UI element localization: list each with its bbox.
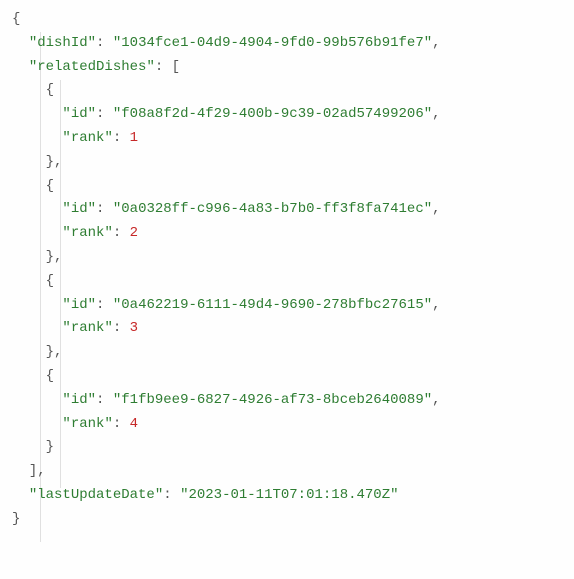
brace-open: { [46,178,54,194]
comma: , [432,106,440,122]
brace-close: } [46,154,54,170]
code-line: "id": "0a462219-6111-49d4-9690-278bfbc27… [12,294,562,318]
comma: , [54,249,62,265]
comma: , [37,463,45,479]
brace-close: } [46,439,54,455]
code-line: "id": "f08a8f2d-4f29-400b-9c39-02ad57499… [12,103,562,127]
colon: : [163,487,180,503]
colon: : [96,35,113,51]
json-property: "dishId" [29,35,96,51]
comma: , [432,392,440,408]
comma: , [54,154,62,170]
json-property: "rank" [62,416,112,432]
brace-close: } [12,511,20,527]
code-line: "relatedDishes": [ [12,56,562,80]
code-line: }, [12,246,562,270]
code-line: { [12,175,562,199]
json-string: "f1fb9ee9-6827-4926-af73-8bceb2640089" [113,392,432,408]
code-line: } [12,508,562,532]
code-line: "id": "f1fb9ee9-6827-4926-af73-8bceb2640… [12,389,562,413]
json-string: "1034fce1-04d9-4904-9fd0-99b576b91fe7" [113,35,432,51]
code-line: } [12,436,562,460]
json-string: "0a462219-6111-49d4-9690-278bfbc27615" [113,297,432,313]
colon: : [96,201,113,217]
code-line: { [12,270,562,294]
colon: : [155,59,172,75]
code-line: { [12,365,562,389]
code-line: "rank": 3 [12,317,562,341]
comma: , [432,35,440,51]
brace-close: } [46,344,54,360]
json-number: 2 [130,225,138,241]
json-number: 4 [130,416,138,432]
colon: : [96,392,113,408]
code-line: { [12,79,562,103]
brace-open: { [46,368,54,384]
json-property: "id" [62,106,96,122]
colon: : [113,416,130,432]
brace-open: { [46,273,54,289]
json-number: 3 [130,320,138,336]
code-line: "lastUpdateDate": "2023-01-11T07:01:18.4… [12,484,562,508]
bracket-close: ] [29,463,37,479]
code-line: "rank": 2 [12,222,562,246]
comma: , [432,201,440,217]
brace-close: } [46,249,54,265]
colon: : [113,320,130,336]
code-line: }, [12,341,562,365]
code-line: "rank": 1 [12,127,562,151]
json-property: "id" [62,201,96,217]
code-line: "rank": 4 [12,413,562,437]
brace-open: { [12,11,20,27]
json-property: "lastUpdateDate" [29,487,163,503]
brace-open: { [46,82,54,98]
json-code-block: { "dishId": "1034fce1-04d9-4904-9fd0-99b… [12,8,562,532]
json-property: "rank" [62,225,112,241]
json-property: "relatedDishes" [29,59,155,75]
code-line: { [12,8,562,32]
colon: : [113,130,130,146]
colon: : [96,106,113,122]
colon: : [113,225,130,241]
comma: , [432,297,440,313]
json-property: "id" [62,392,96,408]
json-number: 1 [130,130,138,146]
code-line: "id": "0a0328ff-c996-4a83-b7b0-ff3f8fa74… [12,198,562,222]
json-string: "2023-01-11T07:01:18.470Z" [180,487,398,503]
colon: : [96,297,113,313]
bracket-open: [ [172,59,180,75]
code-line: }, [12,151,562,175]
json-property: "id" [62,297,96,313]
code-line: "dishId": "1034fce1-04d9-4904-9fd0-99b57… [12,32,562,56]
json-property: "rank" [62,320,112,336]
json-property: "rank" [62,130,112,146]
code-line: ], [12,460,562,484]
comma: , [54,344,62,360]
json-string: "f08a8f2d-4f29-400b-9c39-02ad57499206" [113,106,432,122]
json-string: "0a0328ff-c996-4a83-b7b0-ff3f8fa741ec" [113,201,432,217]
